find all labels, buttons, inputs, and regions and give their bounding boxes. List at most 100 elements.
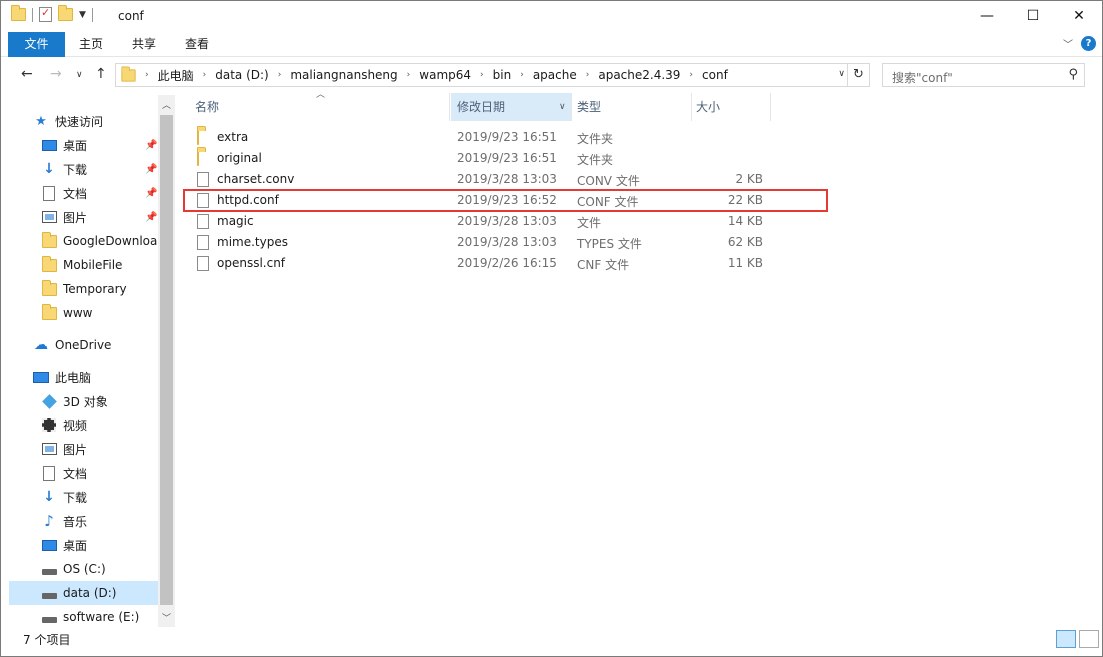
nav-music[interactable]: ♪ 音乐 xyxy=(41,509,159,533)
refresh-button[interactable]: ↻ xyxy=(847,64,869,86)
file-row-openssl-cnf[interactable]: openssl.cnf 2019/2/26 16:15 CNF 文件 11 KB xyxy=(181,253,841,274)
address-bar[interactable]: › 此电脑 › data (D:) › maliangnansheng › wa… xyxy=(115,63,870,87)
large-icons-view-button[interactable] xyxy=(1079,630,1099,648)
breadcrumb-item[interactable]: apache xyxy=(527,68,583,82)
star-icon: ★ xyxy=(35,113,47,129)
search-input[interactable]: 搜索"conf" ⚲ xyxy=(882,63,1085,87)
chevron-right-icon[interactable]: › xyxy=(686,70,696,80)
file-list: ︿ 名称 修改日期 ∨ 类型 大小 extra 2019/9/23 16:51 … xyxy=(181,90,1101,627)
nav-3d-objects[interactable]: 3D 对象 xyxy=(41,389,159,413)
chevron-right-icon[interactable]: › xyxy=(583,70,593,80)
file-row-extra[interactable]: extra 2019/9/23 16:51 文件夹 xyxy=(181,127,841,148)
ribbon-tabs: 文件 主页 共享 查看 ﹀ ? xyxy=(1,32,1102,57)
nav-mobilefile[interactable]: MobileFile xyxy=(41,253,159,277)
tab-home[interactable]: 主页 xyxy=(67,32,115,57)
drive-icon xyxy=(41,617,57,623)
file-icon xyxy=(197,256,209,271)
nav-desktop[interactable]: 桌面 xyxy=(41,133,159,157)
details-view-button[interactable] xyxy=(1056,630,1076,648)
folder-icon xyxy=(41,255,57,272)
file-row-original[interactable]: original 2019/9/23 16:51 文件夹 xyxy=(181,148,841,169)
help-icon[interactable]: ? xyxy=(1081,36,1096,51)
up-button[interactable]: ↑ xyxy=(95,66,107,82)
tab-file[interactable]: 文件 xyxy=(8,32,65,57)
tab-share[interactable]: 共享 xyxy=(120,32,168,57)
highlight-box xyxy=(183,189,828,212)
breadcrumb: › 此电脑 › data (D:) › maliangnansheng › wa… xyxy=(142,67,734,84)
close-button[interactable]: ✕ xyxy=(1056,1,1102,31)
chevron-down-icon[interactable]: ∨ xyxy=(559,93,566,121)
breadcrumb-item[interactable]: bin xyxy=(487,68,518,82)
properties-icon[interactable] xyxy=(39,6,52,22)
nav-pc-documents[interactable]: 文档 xyxy=(41,461,159,485)
title-bar: ▼ conf — ☐ ✕ xyxy=(1,1,1102,32)
nav-pc-downloads[interactable]: ↓ 下载 xyxy=(41,485,159,509)
pin-icon: 📌 xyxy=(145,212,158,223)
breadcrumb-item[interactable]: 此电脑 xyxy=(152,67,200,84)
folder-icon xyxy=(41,279,57,296)
breadcrumb-item[interactable]: data (D:) xyxy=(209,68,275,82)
chevron-down-icon[interactable]: ∨ xyxy=(838,69,845,79)
recent-locations-icon[interactable]: ∨ xyxy=(76,70,83,80)
scroll-down-icon[interactable]: ﹀ xyxy=(162,611,171,624)
nav-downloads[interactable]: ↓ 下载 xyxy=(41,157,159,181)
nav-drive-c[interactable]: OS (C:) xyxy=(41,557,159,581)
nav-www[interactable]: www xyxy=(41,301,159,325)
chevron-right-icon[interactable]: › xyxy=(517,70,527,80)
item-count: 7 个项目 xyxy=(23,633,71,647)
status-bar: 7 个项目 xyxy=(1,628,1102,656)
sort-ascending-icon: ︿ xyxy=(316,90,326,100)
chevron-right-icon[interactable]: › xyxy=(200,70,210,80)
maximize-button[interactable]: ☐ xyxy=(1010,1,1056,31)
minimize-button[interactable]: — xyxy=(964,1,1010,31)
search-icon[interactable]: ⚲ xyxy=(1068,67,1078,82)
tab-view[interactable]: 查看 xyxy=(173,32,221,57)
file-row-magic[interactable]: magic 2019/3/28 13:03 文件 14 KB xyxy=(181,211,841,232)
chevron-right-icon[interactable]: › xyxy=(477,70,487,80)
navigation-bar: ← → ∨ ↑ › 此电脑 › data (D:) › maliangnansh… xyxy=(1,60,1102,90)
customize-toolbar-icon[interactable]: ▼ xyxy=(79,10,86,20)
nav-drive-d[interactable]: data (D:) xyxy=(9,581,158,605)
music-icon: ♪ xyxy=(44,512,54,530)
nav-scrollbar[interactable]: ︿ ﹀ xyxy=(158,95,175,627)
desktop-icon xyxy=(41,539,57,551)
breadcrumb-item[interactable]: conf xyxy=(696,68,734,82)
folder-icon xyxy=(41,231,57,248)
chevron-right-icon[interactable]: › xyxy=(142,70,152,80)
nav-temporary[interactable]: Temporary xyxy=(41,277,159,301)
nav-videos[interactable]: 视频 xyxy=(41,413,159,437)
scroll-up-icon[interactable]: ︿ xyxy=(162,98,171,111)
column-header-name[interactable]: 名称 xyxy=(195,93,219,121)
nav-drive-e[interactable]: software (E:) xyxy=(41,605,159,629)
breadcrumb-item[interactable]: maliangnansheng xyxy=(284,68,403,82)
file-row-charset-conv[interactable]: charset.conv 2019/3/28 13:03 CONV 文件 2 K… xyxy=(181,169,841,190)
folder-icon xyxy=(197,150,199,166)
pin-icon: 📌 xyxy=(145,140,158,151)
scrollbar-thumb[interactable] xyxy=(160,115,173,605)
folder-icon xyxy=(121,65,136,82)
pictures-icon xyxy=(41,211,57,223)
document-icon xyxy=(43,185,55,201)
file-row-mime-types[interactable]: mime.types 2019/3/28 13:03 TYPES 文件 62 K… xyxy=(181,232,841,253)
nav-pc-desktop[interactable]: 桌面 xyxy=(41,533,159,557)
nav-pc-pictures[interactable]: 图片 xyxy=(41,437,159,461)
new-folder-icon[interactable] xyxy=(58,5,73,21)
file-icon xyxy=(197,235,209,250)
column-header-size[interactable]: 大小 xyxy=(696,93,720,121)
chevron-right-icon[interactable]: › xyxy=(275,70,285,80)
back-button[interactable]: ← xyxy=(21,66,33,82)
3d-objects-icon xyxy=(41,393,57,409)
chevron-right-icon[interactable]: › xyxy=(404,70,414,80)
column-header-type[interactable]: 类型 xyxy=(577,93,601,121)
forward-button[interactable]: → xyxy=(50,66,62,82)
breadcrumb-item[interactable]: wamp64 xyxy=(413,68,477,82)
video-icon xyxy=(42,418,56,432)
quick-access-toolbar: ▼ xyxy=(11,5,93,22)
breadcrumb-item[interactable]: apache2.4.39 xyxy=(592,68,686,82)
nav-googledownload[interactable]: GoogleDownload xyxy=(41,229,159,253)
expand-ribbon-icon[interactable]: ﹀ xyxy=(1063,36,1073,51)
nav-documents[interactable]: 文档 xyxy=(41,181,159,205)
nav-pictures[interactable]: 图片 xyxy=(41,205,159,229)
folder-icon xyxy=(197,129,199,145)
column-header-date[interactable]: 修改日期 xyxy=(451,93,571,121)
